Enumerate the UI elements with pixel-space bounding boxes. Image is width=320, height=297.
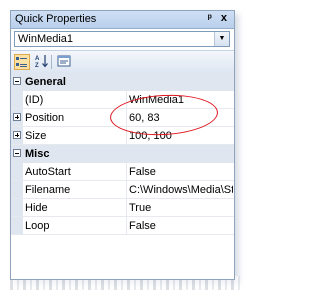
column-divider[interactable] bbox=[126, 91, 127, 108]
property-pages-button[interactable] bbox=[56, 54, 72, 70]
property-value[interactable]: False bbox=[129, 220, 233, 232]
property-name: (ID) bbox=[25, 94, 44, 106]
column-divider[interactable] bbox=[126, 109, 127, 126]
toolbar-separator bbox=[51, 55, 52, 69]
categorized-button[interactable] bbox=[14, 54, 30, 70]
close-icon[interactable]: x bbox=[221, 12, 230, 24]
column-divider[interactable] bbox=[126, 181, 127, 198]
category-misc[interactable]: Misc bbox=[11, 145, 234, 163]
chevron-down-icon[interactable]: ▼ bbox=[214, 32, 229, 46]
property-row-autostart[interactable]: AutoStart False bbox=[11, 163, 234, 181]
svg-text:Z: Z bbox=[35, 63, 39, 68]
row-gutter bbox=[11, 163, 23, 180]
row-gutter bbox=[11, 217, 23, 234]
column-divider[interactable] bbox=[126, 199, 127, 216]
property-row-position[interactable]: Position 60, 83 bbox=[11, 109, 234, 127]
property-value[interactable]: True bbox=[129, 202, 233, 214]
property-row-loop[interactable]: Loop False bbox=[11, 217, 234, 235]
property-name: Loop bbox=[25, 220, 50, 232]
titlebar-buttons: ᵖ x bbox=[208, 12, 230, 24]
property-row-hide[interactable]: Hide True bbox=[11, 199, 234, 217]
property-row-id[interactable]: (ID) WinMedia1 bbox=[11, 91, 234, 109]
property-value[interactable]: 60, 83 bbox=[129, 112, 233, 124]
property-name: Filename bbox=[25, 184, 71, 196]
quick-properties-panel: Quick Properties ᵖ x WinMedia1 ▼ A Z Gen… bbox=[10, 10, 235, 280]
properties-toolbar: A Z bbox=[11, 50, 234, 74]
property-row-filename[interactable]: Filename C:\Windows\Media\Sta bbox=[11, 181, 234, 199]
column-divider[interactable] bbox=[126, 163, 127, 180]
property-grid: General (ID) WinMedia1 Position 60, 83 S… bbox=[11, 73, 234, 235]
alphabetical-sort-icon: A Z bbox=[35, 55, 48, 69]
column-divider[interactable] bbox=[126, 217, 127, 234]
property-value[interactable]: False bbox=[129, 166, 233, 178]
property-value[interactable]: 100, 100 bbox=[129, 130, 233, 142]
row-gutter bbox=[11, 181, 23, 198]
property-name: Size bbox=[25, 130, 47, 142]
property-name: AutoStart bbox=[25, 166, 71, 178]
property-name: Hide bbox=[25, 202, 48, 214]
object-selector[interactable]: WinMedia1 ▼ bbox=[14, 31, 230, 47]
screenshot-frame: Quick Properties ᵖ x WinMedia1 ▼ A Z Gen… bbox=[0, 0, 240, 292]
row-gutter bbox=[11, 91, 23, 108]
column-divider[interactable] bbox=[126, 127, 127, 144]
pin-icon[interactable]: ᵖ bbox=[208, 13, 215, 24]
property-value[interactable]: WinMedia1 bbox=[129, 94, 233, 106]
category-label: General bbox=[25, 76, 66, 88]
property-row-size[interactable]: Size 100, 100 bbox=[11, 127, 234, 145]
expand-icon[interactable] bbox=[13, 131, 21, 139]
categorized-icon bbox=[16, 57, 27, 67]
panel-titlebar: Quick Properties ᵖ x bbox=[11, 11, 234, 29]
property-name: Position bbox=[25, 112, 65, 124]
category-label: Misc bbox=[25, 148, 50, 160]
property-pages-icon bbox=[57, 55, 71, 67]
expand-icon[interactable] bbox=[13, 113, 21, 121]
alphabetical-button[interactable]: A Z bbox=[34, 54, 50, 70]
collapse-icon[interactable] bbox=[13, 77, 21, 85]
panel-title: Quick Properties bbox=[15, 13, 97, 25]
selected-object: WinMedia1 bbox=[18, 33, 74, 45]
property-value[interactable]: C:\Windows\Media\Sta bbox=[129, 184, 233, 196]
category-general[interactable]: General bbox=[11, 73, 234, 91]
collapse-icon[interactable] bbox=[13, 149, 21, 157]
svg-text:A: A bbox=[35, 56, 40, 62]
row-gutter bbox=[11, 199, 23, 216]
